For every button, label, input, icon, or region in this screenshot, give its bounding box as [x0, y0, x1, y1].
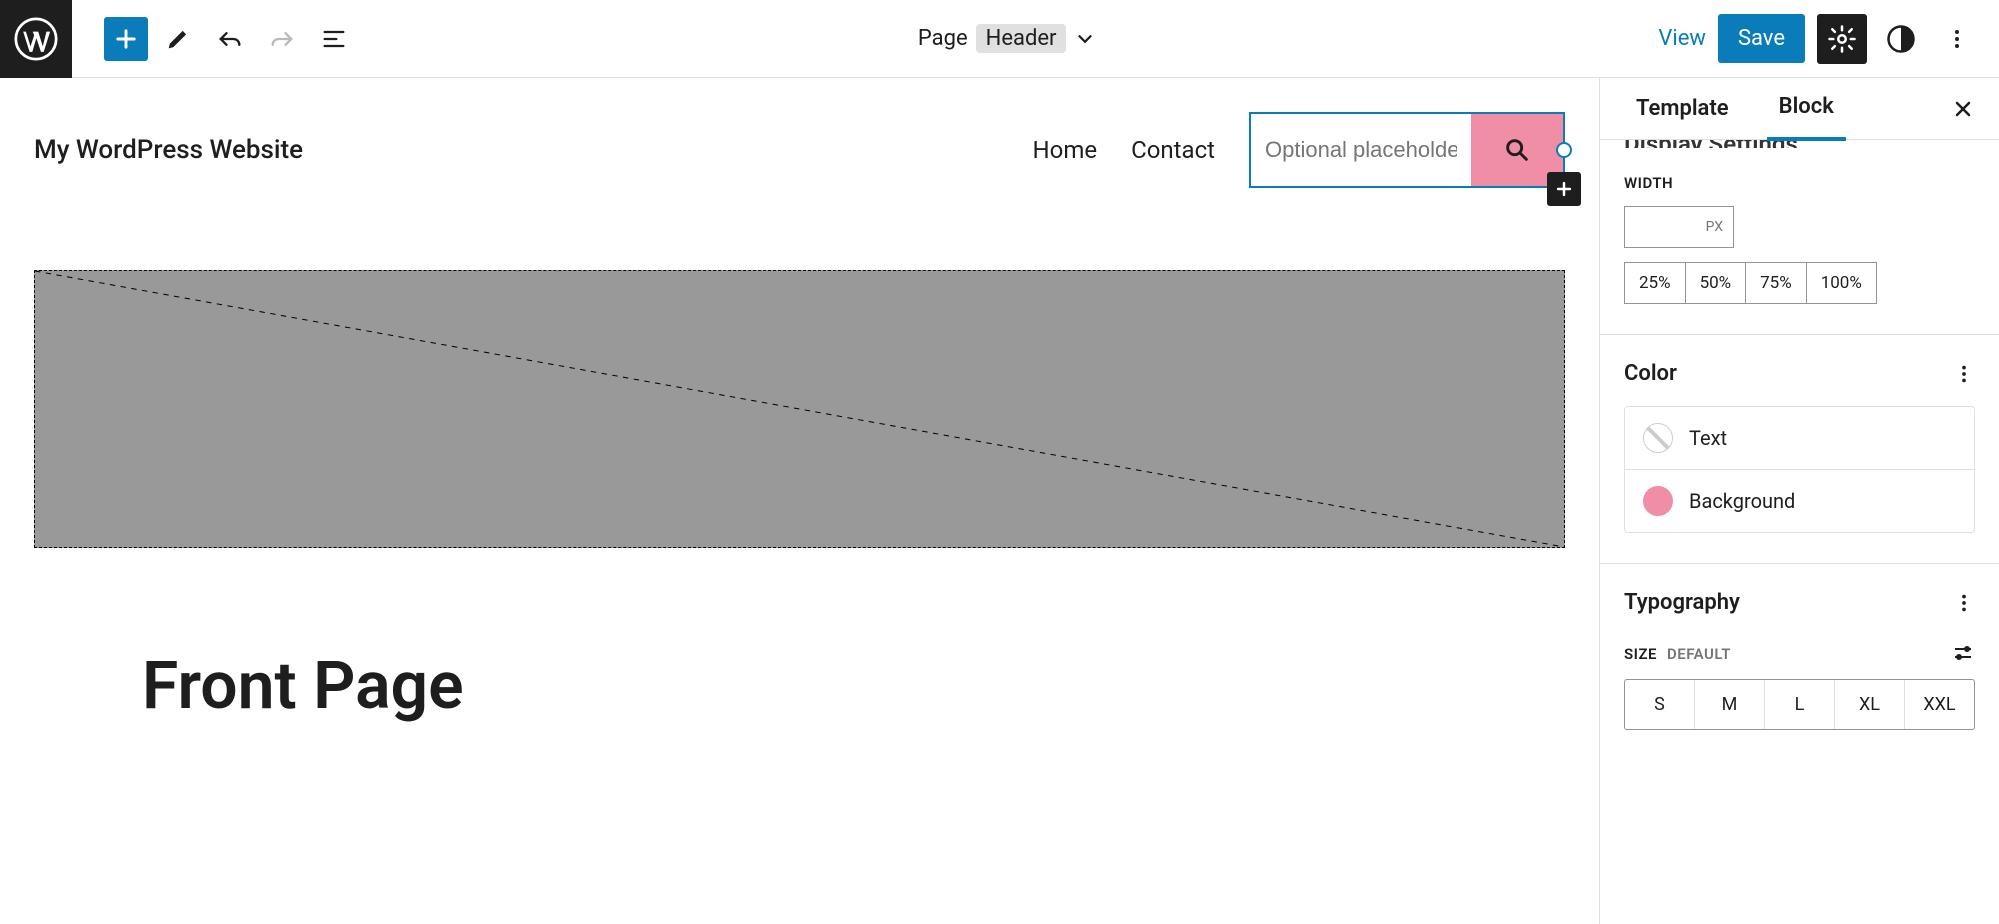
typography-options-button[interactable] — [1953, 592, 1975, 614]
width-preset-25[interactable]: 25% — [1624, 262, 1686, 304]
doc-type-label: Page — [918, 26, 968, 51]
more-vertical-icon — [1953, 363, 1975, 385]
size-s[interactable]: S — [1625, 680, 1694, 729]
site-title[interactable]: My WordPress Website — [34, 135, 303, 165]
wordpress-logo[interactable] — [0, 0, 72, 78]
sliders-icon — [1951, 641, 1975, 665]
divider — [1600, 563, 1999, 564]
styles-button[interactable] — [1879, 17, 1923, 61]
width-presets: 25% 50% 75% 100% — [1624, 262, 1975, 304]
size-xl[interactable]: XL — [1834, 680, 1904, 729]
add-block-inline-button[interactable] — [1547, 172, 1581, 206]
view-link[interactable]: View — [1658, 26, 1706, 51]
close-sidebar-button[interactable] — [1951, 97, 1975, 121]
toolbar-left — [72, 17, 356, 61]
color-section-head: Color — [1624, 361, 1975, 386]
text-color-swatch — [1643, 423, 1673, 453]
width-preset-100[interactable]: 100% — [1806, 262, 1877, 304]
more-vertical-icon — [1953, 592, 1975, 614]
color-background-label: Background — [1689, 489, 1795, 513]
chevron-down-icon — [1074, 28, 1096, 50]
add-block-button[interactable] — [104, 17, 148, 61]
color-text-row[interactable]: Text — [1625, 407, 1974, 469]
color-title: Color — [1624, 361, 1677, 386]
divider — [1600, 334, 1999, 335]
size-xxl[interactable]: XXL — [1904, 680, 1974, 729]
settings-button[interactable] — [1817, 14, 1867, 64]
main-area: My WordPress Website Home Contact — [0, 78, 1999, 924]
settings-sidebar: Template Block Display Settings WIDTH PX… — [1599, 78, 1999, 924]
background-color-swatch — [1643, 486, 1673, 516]
undo-button[interactable] — [208, 17, 252, 61]
color-background-row[interactable]: Background — [1625, 469, 1974, 532]
nav-link-contact[interactable]: Contact — [1131, 136, 1215, 164]
width-label: WIDTH — [1624, 174, 1975, 192]
resize-handle[interactable] — [1556, 142, 1572, 158]
size-custom-button[interactable] — [1951, 641, 1975, 665]
top-toolbar: Page Header View Save — [0, 0, 1999, 78]
color-list: Text Background — [1624, 406, 1975, 533]
template-part-pill: Header — [976, 24, 1067, 53]
tab-block[interactable]: Block — [1767, 76, 1846, 141]
width-unit: PX — [1706, 219, 1723, 235]
image-placeholder[interactable] — [34, 270, 1565, 548]
edit-tools-button[interactable] — [156, 17, 200, 61]
site-header: My WordPress Website Home Contact — [34, 112, 1565, 188]
display-settings-heading: Display Settings — [1624, 140, 1975, 148]
search-block[interactable] — [1249, 112, 1565, 188]
sidebar-tabs: Template Block — [1600, 78, 1999, 140]
search-icon — [1503, 136, 1531, 164]
page-title[interactable]: Front Page — [142, 648, 1565, 725]
size-l[interactable]: L — [1764, 680, 1834, 729]
size-default-label: DEFAULT — [1667, 645, 1731, 663]
size-m[interactable]: M — [1694, 680, 1764, 729]
header-right: Home Contact — [1033, 112, 1565, 188]
document-breadcrumb[interactable]: Page Header — [356, 24, 1658, 53]
more-options-button[interactable] — [1935, 17, 1979, 61]
size-row: SIZE DEFAULT — [1624, 641, 1975, 665]
close-icon — [1951, 97, 1975, 121]
size-options: S M L XL XXL — [1624, 679, 1975, 730]
sidebar-content[interactable]: Display Settings WIDTH PX 25% 50% 75% 10… — [1600, 140, 1999, 924]
tab-template[interactable]: Template — [1624, 78, 1741, 139]
document-overview-button[interactable] — [312, 17, 356, 61]
typography-section-head: Typography — [1624, 590, 1975, 615]
redo-button — [260, 17, 304, 61]
toolbar-right: View Save — [1658, 14, 1999, 64]
color-text-label: Text — [1689, 426, 1727, 450]
search-input[interactable] — [1251, 114, 1471, 186]
nav-link-home[interactable]: Home — [1033, 136, 1098, 164]
width-preset-50[interactable]: 50% — [1685, 262, 1747, 304]
size-label: SIZE — [1624, 645, 1657, 663]
typography-title: Typography — [1624, 590, 1740, 615]
editor-canvas[interactable]: My WordPress Website Home Contact — [0, 78, 1599, 924]
save-button[interactable]: Save — [1718, 14, 1805, 63]
color-options-button[interactable] — [1953, 363, 1975, 385]
width-preset-75[interactable]: 75% — [1745, 262, 1807, 304]
width-input[interactable]: PX — [1624, 206, 1734, 248]
